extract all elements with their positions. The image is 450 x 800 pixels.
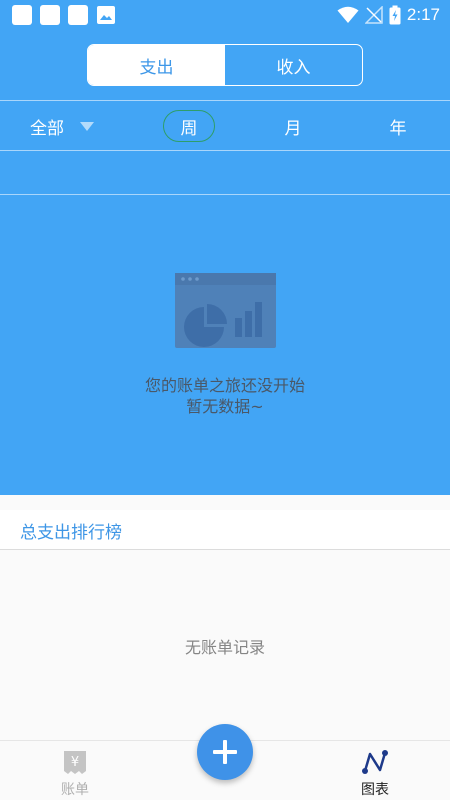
chart-header: 支出 收入 全部 周 月 年 您的账单之旅还没开始 暂无数据~ bbox=[0, 30, 450, 495]
nav-charts-label: 图表 bbox=[361, 782, 389, 798]
category-dropdown[interactable]: 全部 bbox=[30, 102, 110, 150]
tab-expense[interactable]: 支出 bbox=[88, 45, 225, 85]
chart-line-icon bbox=[362, 750, 388, 774]
period-week[interactable]: 周 bbox=[163, 102, 215, 150]
status-bar-system: 2:17 bbox=[337, 4, 440, 26]
ranking-title: 总支出排行榜 bbox=[20, 523, 122, 543]
status-bar-time: 2:17 bbox=[406, 5, 440, 24]
period-week-label: 周 bbox=[180, 118, 198, 139]
plus-icon bbox=[213, 740, 237, 764]
add-bill-button[interactable] bbox=[197, 724, 253, 780]
image-icon bbox=[97, 6, 115, 24]
ranking-header: 总支出排行榜 bbox=[0, 510, 450, 550]
nav-charts[interactable]: 图表 bbox=[335, 741, 415, 800]
battery-charging-icon bbox=[389, 5, 401, 25]
ranking-empty-text: 无账单记录 bbox=[184, 638, 265, 657]
notification-square-icon bbox=[12, 5, 32, 25]
wifi-icon bbox=[337, 6, 359, 23]
dropdown-triangle-icon bbox=[80, 121, 94, 131]
empty-chart-message: 您的账单之旅还没开始 bbox=[144, 376, 305, 395]
empty-chart-submessage: 暂无数据~ bbox=[186, 397, 264, 416]
divider bbox=[0, 194, 450, 195]
status-bar: 2:17 bbox=[0, 0, 450, 30]
notification-square-icon bbox=[40, 5, 60, 25]
bill-yen-icon: ¥ bbox=[64, 751, 86, 774]
expense-income-toggle: 支出 收入 bbox=[87, 44, 363, 86]
svg-text:¥: ¥ bbox=[71, 755, 79, 770]
period-year-label: 年 bbox=[389, 118, 407, 139]
nav-bills-label: 账单 bbox=[61, 782, 89, 798]
divider bbox=[0, 150, 450, 151]
divider bbox=[0, 100, 450, 101]
period-filter: 全部 周 月 年 bbox=[0, 102, 450, 150]
period-month[interactable]: 月 bbox=[270, 102, 316, 150]
period-month-label: 月 bbox=[284, 118, 302, 139]
tab-income[interactable]: 收入 bbox=[225, 45, 362, 85]
empty-chart-illustration-icon bbox=[175, 273, 276, 348]
status-bar-notifications bbox=[12, 5, 116, 25]
period-year[interactable]: 年 bbox=[375, 102, 421, 150]
no-signal-icon bbox=[364, 6, 383, 24]
notification-square-icon bbox=[68, 5, 88, 25]
category-dropdown-label: 全部 bbox=[30, 118, 64, 139]
period-week-pill: 周 bbox=[163, 110, 215, 142]
nav-bills[interactable]: ¥ 账单 bbox=[35, 741, 115, 800]
